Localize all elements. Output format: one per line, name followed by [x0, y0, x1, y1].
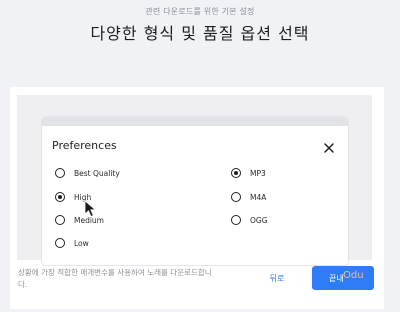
preferences-dialog: Preferences Best Quality High Medium Low… — [42, 117, 348, 265]
back-button[interactable]: 뒤로 — [262, 268, 292, 288]
radio-best-quality[interactable]: Best Quality — [55, 166, 120, 180]
radio-button[interactable] — [55, 168, 65, 178]
radio-label: M4A — [250, 192, 267, 202]
watermark-text: Odu — [343, 270, 364, 281]
dialog-title: Preferences — [52, 139, 117, 152]
radio-button[interactable] — [55, 238, 65, 248]
radio-low[interactable]: Low — [55, 236, 89, 250]
close-icon — [324, 143, 334, 153]
radio-label: Low — [74, 238, 89, 248]
radio-label: Best Quality — [74, 168, 120, 178]
radio-mp3[interactable]: MP3 — [231, 166, 266, 180]
radio-button[interactable] — [231, 192, 241, 202]
radio-label: OGG — [250, 215, 268, 225]
page-title: 다양한 형식 및 품질 옵션 선택 — [90, 24, 310, 43]
radio-ogg[interactable]: OGG — [231, 213, 268, 227]
dialog-top-bar — [42, 117, 348, 126]
radio-button[interactable] — [231, 215, 241, 225]
radio-button[interactable] — [231, 168, 241, 178]
mouse-cursor-icon — [84, 200, 97, 218]
radio-m4a[interactable]: M4A — [231, 190, 266, 204]
radio-button[interactable] — [55, 215, 65, 225]
header-subtitle: 관련 다운로드를 위한 기본 설정 — [145, 7, 255, 16]
radio-label: MP3 — [250, 168, 266, 178]
radio-button[interactable] — [55, 192, 65, 202]
close-button[interactable] — [322, 140, 336, 154]
footer-description: 상황에 가장 적합한 매개변수를 사용하여 노래를 다운로드합니다. — [18, 268, 212, 289]
